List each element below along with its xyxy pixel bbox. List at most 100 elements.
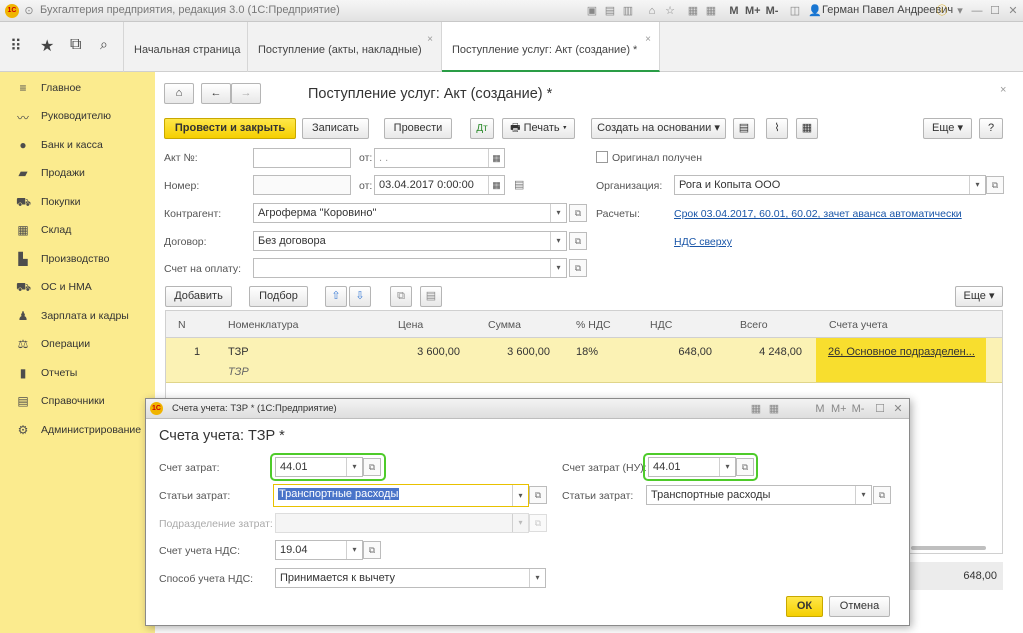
- column-header-vat-rate[interactable]: % НДС: [576, 319, 611, 331]
- add-row-button[interactable]: Добавить: [165, 286, 232, 307]
- open-cost-item-nu-icon[interactable]: ⧉: [873, 486, 891, 504]
- open-cost-account-nu-icon[interactable]: ⧉: [736, 458, 754, 476]
- search-icon[interactable]: ⌕: [100, 36, 108, 53]
- close-tab-icon[interactable]: ×: [427, 34, 433, 45]
- calendar-icon[interactable]: ▦: [686, 4, 700, 18]
- minimize-icon[interactable]: —: [970, 4, 984, 18]
- forward-button[interactable]: →: [231, 83, 261, 104]
- more-button[interactable]: Еще ▾: [923, 118, 972, 139]
- row-vat-rate[interactable]: 18%: [576, 346, 598, 358]
- chevron-down-icon[interactable]: ▾: [346, 458, 362, 476]
- cost-item-input[interactable]: Транспортные расходы ▾: [273, 484, 529, 507]
- row-item-content[interactable]: ТЗР: [228, 366, 249, 378]
- sidebar-item-admin[interactable]: ⚙ Администрирование: [0, 420, 155, 440]
- memory-m-button[interactable]: M: [727, 4, 741, 18]
- help-button[interactable]: ?: [979, 118, 1003, 139]
- sidebar-item-main[interactable]: ≡ Главное: [0, 78, 155, 98]
- memory-mplus-button[interactable]: M+: [745, 4, 761, 18]
- cost-item-nu-input[interactable]: Транспортные расходы ▾: [646, 485, 872, 505]
- memory-mminus-button[interactable]: M-: [765, 4, 779, 18]
- calculator-icon[interactable]: ▦: [704, 4, 718, 18]
- chevron-down-icon[interactable]: ▾: [953, 4, 967, 18]
- post-and-close-button[interactable]: Провести и закрыть: [164, 118, 296, 139]
- maximize-icon[interactable]: ☐: [873, 402, 887, 416]
- memory-m-button[interactable]: M: [813, 402, 827, 416]
- vat-above-link[interactable]: НДС сверху: [674, 236, 732, 248]
- memory-mplus-button[interactable]: M+: [831, 402, 847, 416]
- chevron-down-icon[interactable]: ▾: [550, 259, 566, 277]
- row-accounts-cell[interactable]: 26, Основное подразделен...: [816, 338, 986, 382]
- sidebar-item-operations[interactable]: ⚖ Операции: [0, 334, 155, 354]
- table-row[interactable]: 1 ТЗР ТЗР 3 600,00 3 600,00 18% 648,00 4…: [166, 338, 1002, 383]
- home-icon[interactable]: ⌂: [645, 4, 659, 18]
- chevron-down-icon[interactable]: ▾: [512, 485, 528, 506]
- sidebar-item-purchases[interactable]: ⛟ Покупки: [0, 192, 155, 212]
- star-icon[interactable]: ☆: [663, 4, 677, 18]
- open-cost-item-icon[interactable]: ⧉: [529, 486, 547, 504]
- settlements-link[interactable]: Срок 03.04.2017, 60.01, 60.02, зачет ава…: [674, 208, 962, 220]
- back-button[interactable]: ←: [201, 83, 231, 104]
- close-tab-icon[interactable]: ×: [645, 34, 651, 45]
- chevron-down-icon[interactable]: ▾: [346, 541, 362, 559]
- open-counterparty-icon[interactable]: ⧉: [569, 204, 587, 222]
- move-up-icon[interactable]: ⇧: [325, 286, 347, 307]
- sidebar-item-sales[interactable]: ▰ Продажи: [0, 163, 155, 183]
- chevron-down-icon[interactable]: ▾: [512, 514, 528, 532]
- dt-kt-icon[interactable]: Дт: [470, 118, 494, 139]
- pick-button[interactable]: Подбор: [249, 286, 308, 307]
- calendar-icon[interactable]: ▦: [488, 176, 504, 194]
- column-header-sum[interactable]: Сумма: [488, 319, 521, 331]
- dropdown-icon[interactable]: ⊙: [22, 4, 36, 18]
- attachment-icon[interactable]: ⌇: [766, 118, 788, 139]
- open-division-icon[interactable]: ⧉: [529, 514, 547, 532]
- apps-grid-icon[interactable]: ⠿: [10, 36, 22, 56]
- user-name[interactable]: Герман Павел Андреевич: [822, 4, 953, 16]
- panels-icon[interactable]: ◫: [788, 4, 802, 18]
- history-icon[interactable]: ⧉: [70, 36, 81, 54]
- sidebar-item-warehouse[interactable]: ▦ Склад: [0, 220, 155, 240]
- invoice-input[interactable]: ▾: [253, 258, 567, 278]
- chevron-down-icon[interactable]: ▾: [719, 458, 735, 476]
- chevron-down-icon[interactable]: ▾: [969, 176, 985, 194]
- calendar-icon[interactable]: ▦: [749, 402, 763, 416]
- sidebar-item-reports[interactable]: ▮ Отчеты: [0, 363, 155, 383]
- copy-icon[interactable]: ⧉: [390, 286, 412, 307]
- create-based-button[interactable]: Создать на основании ▾: [591, 118, 726, 139]
- ok-button[interactable]: ОК: [786, 596, 823, 617]
- cancel-button[interactable]: Отмена: [829, 596, 890, 617]
- column-header-accounts[interactable]: Счета учета: [829, 319, 888, 331]
- sidebar-item-director[interactable]: 〰 Руководителю: [0, 106, 155, 126]
- memory-mminus-button[interactable]: M-: [851, 402, 865, 416]
- open-contract-icon[interactable]: ⧉: [569, 232, 587, 250]
- chevron-down-icon[interactable]: ▾: [550, 204, 566, 222]
- horizontal-scrollbar[interactable]: [911, 546, 986, 550]
- tab-services-act[interactable]: Поступление услуг: Акт (создание) * ×: [442, 22, 660, 72]
- counterparty-input[interactable]: Агроферма "Коровино" ▾: [253, 203, 567, 223]
- sidebar-item-bank[interactable]: ● Банк и касса: [0, 135, 155, 155]
- organization-input[interactable]: Рога и Копыта ООО ▾: [674, 175, 986, 195]
- edit-number-icon[interactable]: ▤: [514, 178, 524, 191]
- chevron-down-icon[interactable]: ▾: [550, 232, 566, 250]
- row-item[interactable]: ТЗР: [228, 346, 249, 358]
- calculator-icon[interactable]: ▦: [767, 402, 781, 416]
- maximize-icon[interactable]: ☐: [988, 4, 1002, 18]
- cost-account-nu-input[interactable]: 44.01 ▾: [648, 457, 736, 477]
- sidebar-item-catalogs[interactable]: ▤ Справочники: [0, 391, 155, 411]
- row-total[interactable]: 4 248,00: [759, 346, 802, 358]
- favorites-icon[interactable]: ★: [40, 36, 54, 56]
- original-received-checkbox[interactable]: [596, 151, 608, 163]
- act-number-input[interactable]: [253, 148, 351, 168]
- act-date-input[interactable]: . . ▦: [374, 148, 505, 168]
- tab-home[interactable]: Начальная страница: [124, 22, 248, 72]
- sidebar-item-fixed-assets[interactable]: ⛟ ОС и НМА: [0, 277, 155, 297]
- close-form-icon[interactable]: ×: [1000, 84, 1006, 96]
- row-sum[interactable]: 3 600,00: [507, 346, 550, 358]
- open-organization-icon[interactable]: ⧉: [986, 176, 1004, 194]
- move-down-icon[interactable]: ⇩: [349, 286, 371, 307]
- number-date-input[interactable]: 03.04.2017 0:00:00 ▦: [374, 175, 505, 195]
- list-icon[interactable]: ▦: [796, 118, 818, 139]
- info-icon[interactable]: ⓘ: [935, 4, 949, 18]
- division-input[interactable]: ▾: [275, 513, 529, 533]
- number-input[interactable]: [253, 175, 351, 195]
- calendar-icon[interactable]: ▦: [488, 149, 504, 167]
